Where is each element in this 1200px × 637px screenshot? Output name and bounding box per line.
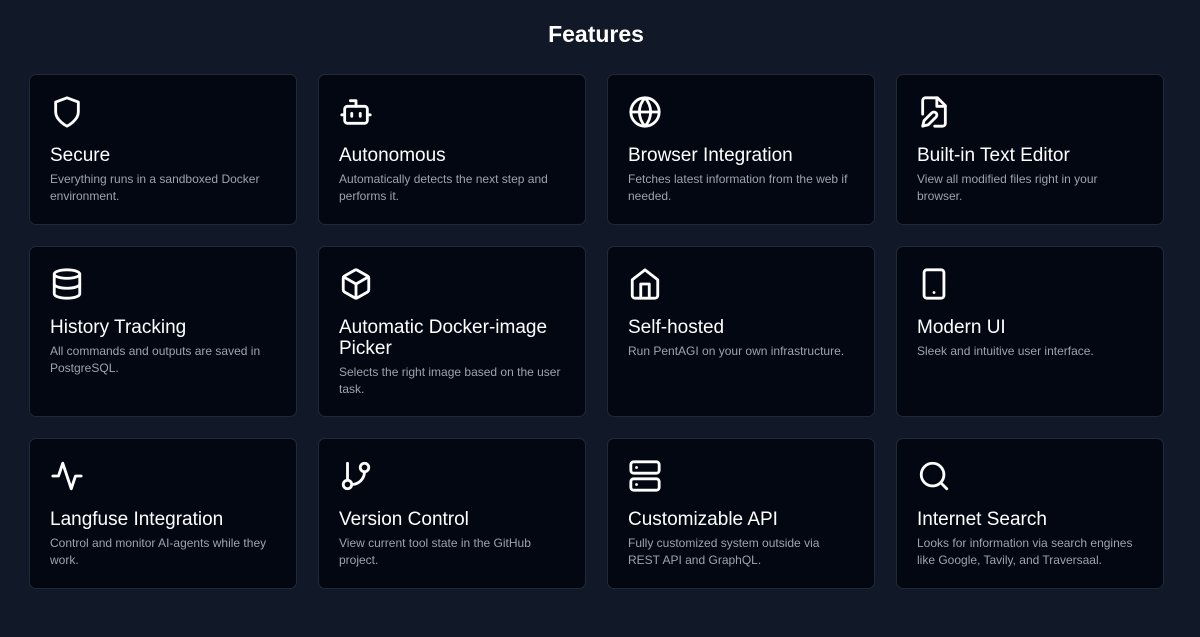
feature-description: All commands and outputs are saved in Po… [50, 344, 261, 375]
bot-icon [339, 95, 373, 129]
feature-description: View all modified files right in your br… [917, 172, 1098, 203]
feature-description: Automatically detects the next step and … [339, 172, 548, 203]
feature-description: Selects the right image based on the use… [339, 365, 561, 396]
feature-card-customizable-api: Customizable API Fully customized system… [607, 438, 875, 589]
file-edit-icon [917, 95, 951, 129]
page-title: Features [548, 21, 644, 48]
features-page: Features Secure Everything runs in a san… [0, 0, 1200, 637]
feature-card-internet-search: Internet Search Looks for information vi… [896, 438, 1164, 589]
feature-card-version-control: Version Control View current tool state … [318, 438, 586, 589]
feature-description: Everything runs in a sandboxed Docker en… [50, 172, 260, 203]
feature-description: Run PentAGI on your own infrastructure. [628, 344, 845, 358]
features-grid: Secure Everything runs in a sandboxed Do… [29, 74, 1164, 589]
feature-description: Fetches latest information from the web … [628, 172, 848, 203]
feature-card-browser-integration: Browser Integration Fetches latest infor… [607, 74, 875, 225]
feature-title: Customizable API [628, 509, 778, 530]
git-branch-icon [339, 459, 373, 493]
feature-description: Looks for information via search engines… [917, 536, 1133, 567]
shield-icon [50, 95, 84, 129]
database-icon [50, 267, 84, 301]
feature-title: Modern UI [917, 317, 1006, 338]
feature-title: Version Control [339, 509, 469, 530]
feature-description: View current tool state in the GitHub pr… [339, 536, 531, 567]
feature-title: Langfuse Integration [50, 509, 224, 530]
activity-icon [50, 459, 84, 493]
feature-title: Self-hosted [628, 317, 725, 338]
feature-card-autonomous: Autonomous Automatically detects the nex… [318, 74, 586, 225]
feature-description: Fully customized system outside via REST… [628, 536, 820, 567]
server-icon [628, 459, 662, 493]
feature-description: Control and monitor AI-agents while they… [50, 536, 267, 567]
feature-title: Built-in Text Editor [917, 145, 1070, 166]
globe-icon [628, 95, 662, 129]
feature-card-self-hosted: Self-hosted Run PentAGI on your own infr… [607, 246, 875, 417]
feature-card-langfuse-integration: Langfuse Integration Control and monitor… [29, 438, 297, 589]
box-icon [339, 267, 373, 301]
search-icon [917, 459, 951, 493]
feature-card-docker-image-picker: Automatic Docker-image Picker Selects th… [318, 246, 586, 417]
feature-title: Internet Search [917, 509, 1047, 530]
feature-card-history-tracking: History Tracking All commands and output… [29, 246, 297, 417]
feature-title: Browser Integration [628, 145, 793, 166]
feature-title: Autonomous [339, 145, 446, 166]
feature-card-secure: Secure Everything runs in a sandboxed Do… [29, 74, 297, 225]
feature-title: History Tracking [50, 317, 187, 338]
feature-card-modern-ui: Modern UI Sleek and intuitive user inter… [896, 246, 1164, 417]
tablet-icon [917, 267, 951, 301]
feature-description: Sleek and intuitive user interface. [917, 344, 1094, 358]
feature-card-text-editor: Built-in Text Editor View all modified f… [896, 74, 1164, 225]
feature-title: Secure [50, 145, 111, 166]
home-icon [628, 267, 662, 301]
feature-title: Automatic Docker-image Picker [339, 317, 548, 359]
